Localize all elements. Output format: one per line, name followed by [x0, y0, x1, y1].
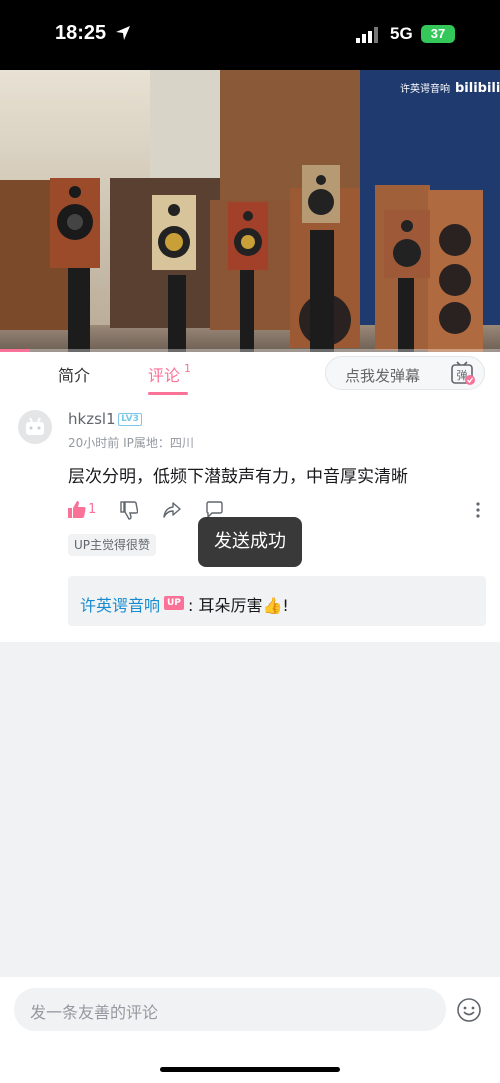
comment-username[interactable]: hkzsl1 [68, 410, 116, 428]
reply-text: : 耳朵厉害👍! [188, 596, 289, 615]
svg-text:许英谔音响: 许英谔音响 [400, 82, 450, 95]
comment-input[interactable]: 发一条友善的评论 [14, 988, 446, 1031]
like-count: 1 [88, 502, 97, 517]
video-frame: 许英谔音响 bilibili [0, 70, 500, 352]
location-arrow-icon [116, 26, 130, 40]
default-avatar-icon [26, 417, 44, 435]
comment-meta: 20小时前 IP属地：四川 [68, 436, 194, 450]
comment-count: 1 [184, 362, 192, 375]
danmaku-placeholder: 点我发弹幕 [345, 367, 421, 385]
more-icon[interactable] [476, 502, 480, 518]
up-badge: UP [164, 596, 184, 610]
comment-input-placeholder: 发一条友善的评论 [30, 1003, 159, 1022]
svg-text:bilibili: bilibili [455, 81, 500, 96]
status-bar: 18:25 5G 37 [0, 0, 500, 70]
avatar[interactable] [18, 410, 52, 444]
reply-preview[interactable]: 许英谔音响 UP : 耳朵厉害👍! [68, 576, 486, 626]
home-indicator [160, 1067, 340, 1072]
video-player[interactable]: 许英谔音响 bilibili [0, 70, 500, 352]
tab-intro[interactable]: 简介 [58, 362, 90, 386]
dislike-icon[interactable] [120, 500, 138, 520]
bottom-bar: 发一条友善的评论 [0, 977, 500, 1083]
tab-comments-label: 评论 [148, 366, 181, 385]
active-tab-indicator [148, 392, 188, 395]
emoji-icon[interactable] [456, 997, 482, 1023]
status-time: 18:25 [55, 22, 107, 44]
reply-username[interactable]: 许英谔音响 [80, 592, 160, 616]
toast-message: 发送成功 [198, 517, 302, 567]
like-icon[interactable] [68, 500, 86, 520]
tab-bar: 简介 评论 1 点我发弹幕 弹 [0, 352, 500, 396]
battery-icon: 37 [421, 25, 455, 43]
tab-comments[interactable]: 评论 1 [148, 362, 191, 386]
level-badge: LV3 [118, 413, 142, 426]
battery-level: 37 [430, 26, 446, 41]
share-icon[interactable] [162, 500, 182, 520]
signal-icon [356, 27, 378, 43]
network-type: 5G [390, 24, 413, 43]
comment-text: 层次分明，低频下潜鼓声有力，中音厚实清晰 [68, 467, 408, 487]
danmaku-toggle-icon[interactable]: 弹 [450, 361, 476, 387]
danmaku-input[interactable]: 点我发弹幕 弹 [325, 356, 485, 390]
up-liked-badge: UP主觉得很赞 [68, 534, 157, 556]
